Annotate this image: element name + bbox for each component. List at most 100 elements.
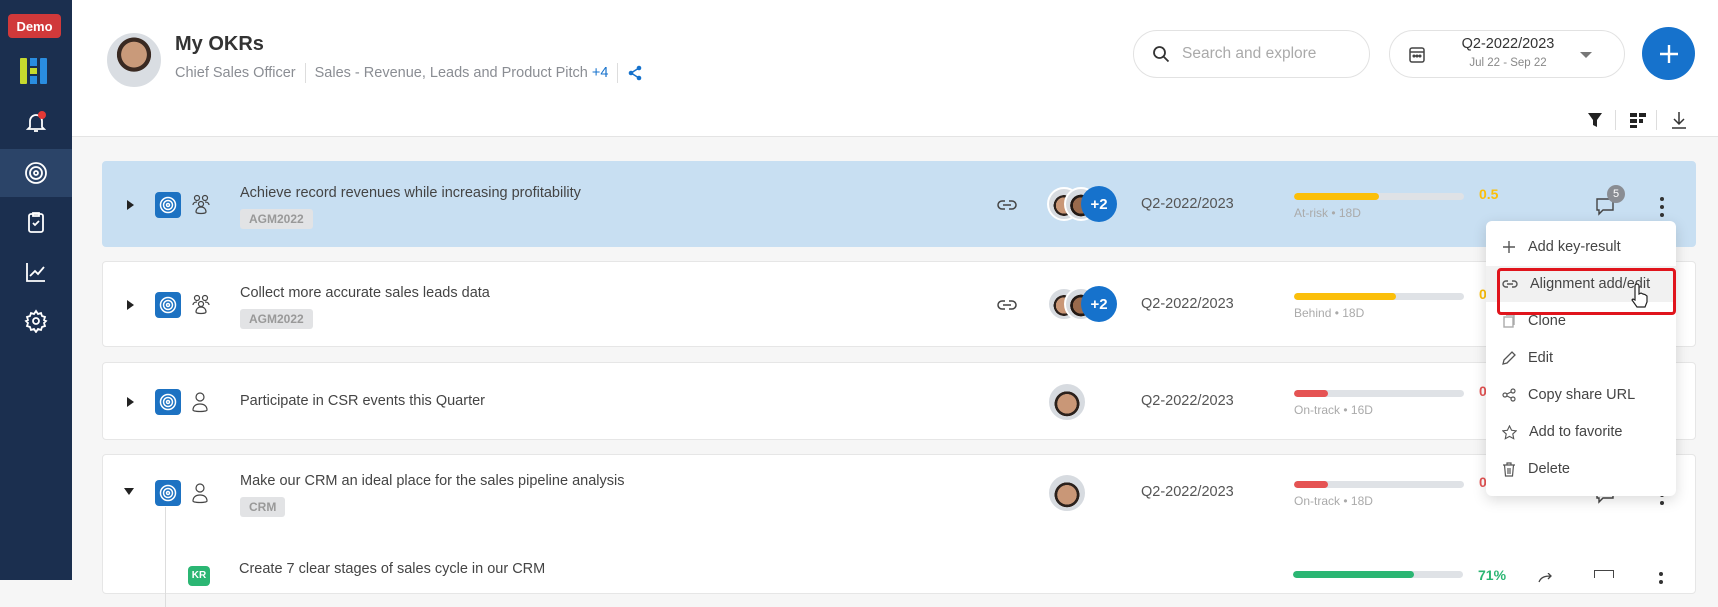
owner-avatar[interactable] bbox=[1047, 382, 1087, 422]
expand-caret-icon[interactable] bbox=[127, 200, 134, 210]
expand-caret-icon[interactable] bbox=[127, 300, 134, 310]
more-owners-badge[interactable]: +2 bbox=[1081, 286, 1117, 322]
objective-period: Q2-2022/2023 bbox=[1141, 296, 1234, 312]
progress-status: On-track • 16D bbox=[1294, 403, 1373, 417]
sidebar-item-okrs[interactable] bbox=[0, 149, 72, 197]
share-icon[interactable] bbox=[627, 65, 643, 81]
progress-bar bbox=[1294, 293, 1464, 300]
sidebar-item-reports[interactable] bbox=[0, 248, 72, 296]
comment-count-badge: 5 bbox=[1607, 185, 1625, 203]
chevron-down-icon bbox=[1580, 52, 1592, 58]
app-logo[interactable] bbox=[20, 58, 48, 89]
alignment-link-icon[interactable] bbox=[997, 198, 1017, 212]
objective-tag: AGM2022 bbox=[240, 309, 313, 329]
sidebar-item-notifications[interactable] bbox=[0, 98, 72, 146]
menu-item-edit[interactable]: Edit bbox=[1486, 340, 1676, 376]
objective-row[interactable]: Collect more accurate sales leads data A… bbox=[102, 261, 1696, 347]
user-teams: Sales - Revenue, Leads and Product Pitch… bbox=[314, 65, 609, 81]
target-icon bbox=[159, 196, 177, 214]
progress-status: Behind • 18D bbox=[1294, 306, 1365, 320]
divider bbox=[304, 63, 306, 83]
divider bbox=[1656, 110, 1657, 130]
objective-period: Q2-2022/2023 bbox=[1141, 393, 1234, 409]
more-options-kebab-icon[interactable] bbox=[1659, 572, 1663, 584]
progress-bar bbox=[1294, 390, 1464, 397]
more-teams-link[interactable]: +4 bbox=[592, 65, 609, 81]
search-placeholder: Search and explore bbox=[1182, 45, 1317, 62]
user-role: Chief Sales Officer bbox=[175, 65, 296, 81]
add-button[interactable] bbox=[1642, 27, 1695, 80]
plus-icon bbox=[1659, 44, 1678, 63]
divider bbox=[617, 63, 619, 83]
period-picker[interactable]: Q2-2022/2023 Jul 22 - Sep 22 bbox=[1389, 30, 1625, 78]
target-icon bbox=[159, 296, 177, 314]
collapse-caret-icon[interactable] bbox=[124, 488, 134, 495]
user-icon bbox=[192, 483, 208, 504]
context-menu: Add key-result Alignment add/edit Clone … bbox=[1486, 221, 1676, 496]
search-input[interactable]: Search and explore bbox=[1133, 30, 1370, 78]
sidebar-item-tasks[interactable] bbox=[0, 198, 72, 246]
objective-tag: AGM2022 bbox=[240, 209, 313, 229]
period-range: Jul 22 - Sep 22 bbox=[1469, 57, 1547, 69]
pencil-icon bbox=[1502, 351, 1516, 365]
objective-title[interactable]: Make our CRM an ideal place for the sale… bbox=[240, 473, 624, 489]
target-icon bbox=[159, 484, 177, 502]
trash-icon bbox=[1503, 461, 1515, 477]
objective-row[interactable]: Achieve record revenues while increasing… bbox=[102, 161, 1696, 247]
share-icon bbox=[1502, 388, 1516, 402]
search-icon bbox=[1153, 46, 1170, 63]
menu-item-add-to-favorite[interactable]: Add to favorite bbox=[1486, 414, 1676, 450]
gear-icon bbox=[24, 309, 48, 333]
copy-icon bbox=[1503, 314, 1515, 328]
chart-line-icon bbox=[26, 263, 45, 282]
group-icon bbox=[192, 294, 210, 315]
sidebar: Demo bbox=[0, 0, 72, 580]
menu-item-copy-share-url[interactable]: Copy share URL bbox=[1486, 377, 1676, 413]
menu-item-add-key-result[interactable]: Add key-result bbox=[1486, 229, 1676, 265]
clipboard-check-icon bbox=[28, 212, 44, 233]
kr-badge: KR bbox=[188, 566, 210, 586]
filter-icon[interactable] bbox=[1587, 112, 1603, 128]
progress-bar bbox=[1293, 571, 1463, 578]
objective-title[interactable]: Participate in CSR events this Quarter bbox=[240, 393, 485, 409]
objective-row[interactable]: Participate in CSR events this Quarter Q… bbox=[102, 362, 1696, 440]
plus-icon bbox=[1503, 241, 1515, 253]
expand-caret-icon[interactable] bbox=[127, 397, 134, 407]
objective-period: Q2-2022/2023 bbox=[1141, 484, 1234, 500]
key-result-title[interactable]: Create 7 clear stages of sales cycle in … bbox=[239, 561, 545, 577]
comment-icon[interactable] bbox=[1594, 570, 1614, 578]
user-avatar[interactable] bbox=[105, 31, 163, 89]
owner-avatar[interactable] bbox=[1047, 473, 1087, 513]
progress-value: 0.5 bbox=[1479, 186, 1499, 202]
group-icon bbox=[192, 194, 210, 215]
progress-value: 71% bbox=[1478, 567, 1507, 583]
alignment-link-icon[interactable] bbox=[997, 298, 1017, 312]
menu-item-delete[interactable]: Delete bbox=[1486, 451, 1676, 487]
download-icon[interactable] bbox=[1671, 111, 1687, 129]
more-owners-badge[interactable]: +2 bbox=[1081, 186, 1117, 222]
sidebar-item-settings[interactable] bbox=[0, 297, 72, 345]
comments-button[interactable]: 5 bbox=[1595, 185, 1625, 222]
progress-bar bbox=[1294, 193, 1464, 200]
update-arrow-icon[interactable] bbox=[1538, 573, 1554, 583]
more-options-kebab-icon[interactable] bbox=[1660, 197, 1664, 217]
objective-period: Q2-2022/2023 bbox=[1141, 196, 1234, 212]
progress-status: At-risk • 18D bbox=[1294, 206, 1361, 220]
demo-badge: Demo bbox=[8, 14, 61, 38]
calendar-icon bbox=[1409, 47, 1425, 63]
hand-cursor-icon bbox=[1631, 283, 1648, 308]
objective-title[interactable]: Collect more accurate sales leads data bbox=[240, 285, 490, 301]
objective-icon bbox=[155, 480, 181, 506]
period-value: Q2-2022/2023 bbox=[1461, 36, 1555, 52]
bell-icon bbox=[25, 111, 47, 132]
target-icon bbox=[159, 393, 177, 411]
objective-tag: CRM bbox=[240, 497, 286, 517]
page-title: My OKRs bbox=[175, 33, 264, 55]
header-subtitle: Chief Sales Officer Sales - Revenue, Lea… bbox=[175, 63, 643, 83]
objective-title[interactable]: Achieve record revenues while increasing… bbox=[240, 185, 581, 201]
user-icon bbox=[192, 392, 208, 413]
progress-bar bbox=[1294, 481, 1464, 488]
divider bbox=[1615, 110, 1616, 130]
progress-status: On-track • 18D bbox=[1294, 494, 1373, 508]
grid-view-icon[interactable] bbox=[1630, 112, 1646, 128]
